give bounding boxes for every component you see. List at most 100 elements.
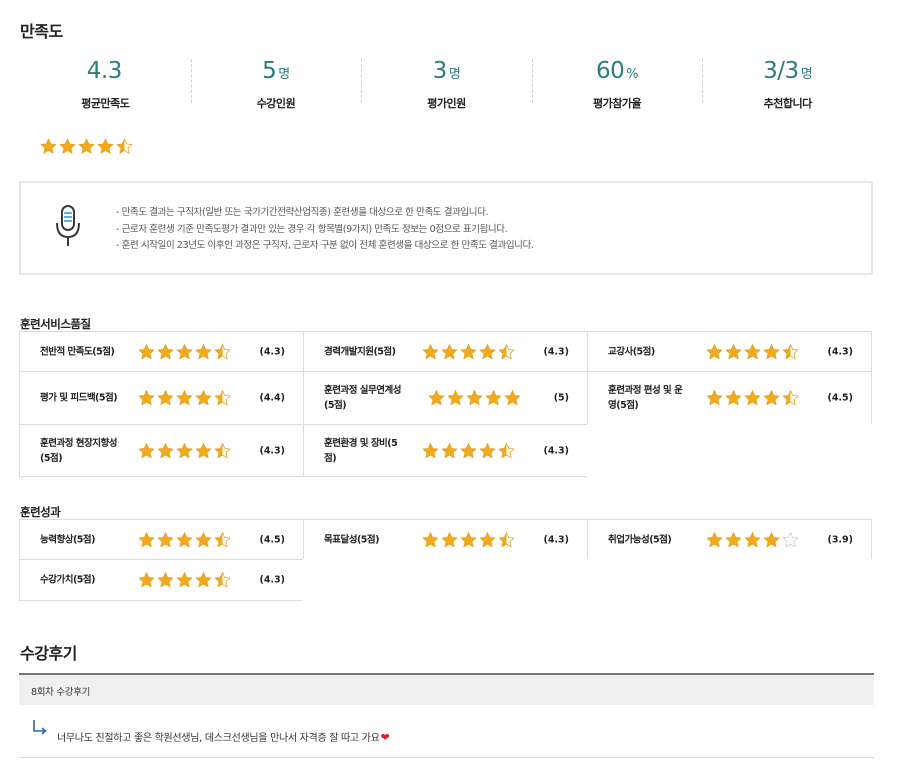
star-icon [504,390,521,406]
overall-rating-stars [40,138,133,155]
rating-score: (4.3) [259,574,285,586]
rating-label: 능력향상(5점) [40,534,96,545]
notice-list: 만족도 결과는 구직자(일반 또는 국가기간전략산업직종) 훈련생을 대상으로 … [116,205,534,255]
stat-unit: 명 [800,67,813,82]
rating-cell: 훈련과정 실무연계성(5점) (5) [303,371,588,425]
rating-label: 평가 및 피드백(5점) [40,392,118,404]
star-icon [725,531,742,547]
star-icon [706,531,723,547]
star-icon [138,343,155,359]
star-icon [59,138,76,154]
star-icon [157,442,174,458]
star-icon [116,138,133,154]
star-icon [195,531,212,547]
reply-arrow-icon [33,720,47,735]
star-icon [706,343,723,359]
star-icon [176,572,193,588]
rating-score: (4.5) [827,392,853,404]
reviews-title: 수강후기 [20,644,77,663]
review-round-label: 8회차 수강후기 [31,687,91,698]
rating-label: 훈련과정 현장지향성(5점) [40,437,117,464]
rating-cell: 전반적 만족도(5점) (4.3) [19,331,304,372]
star-icon [195,442,212,458]
rating-label: 훈련과정 편성 및 운영(5점) [608,385,683,411]
stat-participation: 60% 평가참가율 [531,57,703,110]
rating-stars [138,572,231,589]
rating-cell: 훈련과정 현장지향성(5점) (4.3) [19,424,304,477]
notice-item: 근로자 훈련생 기준 만족도평가 결과만 있는 경우 각 항목별(9가지) 만족… [116,222,533,239]
rating-stars [428,390,521,407]
rating-cell: 목표달성(5점) (4.3) [303,519,588,560]
rating-score: (4.3) [259,346,285,357]
rating-score: (4.3) [543,445,569,456]
rating-cell: 훈련환경 및 장비(5점) (4.3) [303,424,588,477]
star-icon [195,390,212,406]
star-icon [479,442,496,458]
star-icon [744,390,761,406]
rating-label: 취업가능성(5점) [608,534,672,545]
star-icon [763,390,780,406]
star-icon [214,343,231,359]
review-text: 너무나도 친절하고 좋은 학원선생님, 데스크선생님을 만나서 자격증 잘 따고… [57,733,380,744]
star-icon [744,343,761,359]
star-icon [157,343,174,359]
rating-score: (4.3) [543,534,569,545]
star-icon [195,343,212,359]
star-icon [157,390,174,406]
star-icon [498,531,515,547]
notice-box: 만족도 결과는 구직자(일반 또는 국가기간전략산업직종) 훈련생을 대상으로 … [19,181,873,275]
stat-unit: 명 [278,67,290,82]
empty-cell [587,559,872,601]
star-icon [138,531,155,547]
rating-stars [422,343,515,360]
rating-label: 수강가치(5점) [40,574,96,586]
star-icon [725,343,742,359]
star-icon [763,343,780,359]
star-icon [176,390,193,406]
rating-label: 경력개발지원(5점) [324,346,396,357]
stat-label: 추천합니다 [763,97,813,110]
star-icon [441,531,458,547]
stat-value: 3 [432,58,448,84]
stat-value: 5 [262,58,277,84]
star-icon [428,390,445,406]
star-icon [138,572,155,588]
star-icon [40,138,57,154]
star-icon [460,442,477,458]
rating-label: 훈련환경 및 장비(5점) [324,437,398,464]
rating-label: 교강사(5점) [608,346,655,357]
star-icon [782,343,799,359]
rating-label: 목표달성(5점) [324,534,380,545]
stat-label: 평가인원 [427,97,466,110]
rating-cell: 평가 및 피드백(5점) (4.4) [19,371,304,425]
star-icon [78,138,95,154]
star-icon [422,531,439,547]
rating-cell: 능력향상(5점) (4.5) [19,519,304,560]
stat-evaluators: 3명 평가인원 [361,57,532,110]
star-icon [422,343,439,359]
star-icon [214,390,231,406]
outcomes-title: 훈련성과 [20,505,61,519]
rating-score: (4.3) [259,445,285,456]
stat-value: 60 [596,58,625,84]
star-icon [460,343,477,359]
rating-stars [706,531,799,548]
star-icon [460,531,477,547]
rating-score: (4.3) [827,346,853,357]
star-icon [214,442,231,458]
rating-stars [138,531,231,548]
star-icon [479,343,496,359]
notice-item: 훈련 시작일이 23년도 이후인 과정은 구직자, 근로자 구분 없이 전체 훈… [116,238,534,255]
star-icon [485,390,502,406]
service-quality-title: 훈련서비스품질 [20,317,91,331]
star-icon [157,531,174,547]
empty-cell [303,559,588,601]
stat-average: 4.3 평균만족도 [20,57,191,110]
star-icon [176,531,193,547]
star-icon [479,531,496,547]
rating-stars [706,390,799,407]
star-icon [214,531,231,547]
heart-icon: ❤ [380,731,390,744]
satisfaction-title: 만족도 [20,22,63,41]
stat-value: 4.3 [86,58,123,84]
